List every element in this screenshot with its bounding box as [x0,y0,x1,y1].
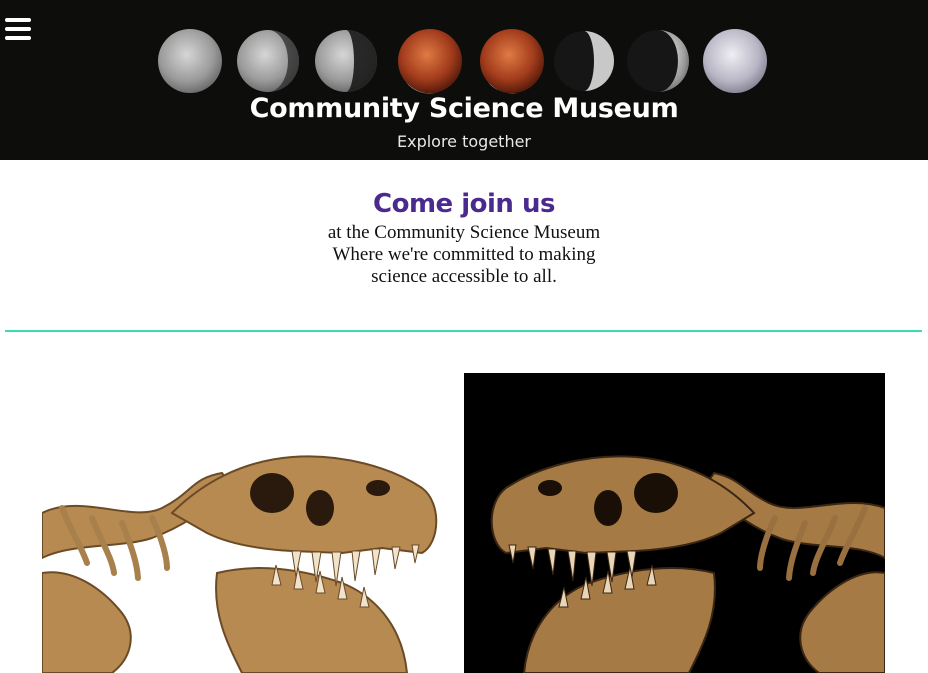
intro-line: Where we're committed to making [332,244,596,265]
site-title: Community Science Museum [249,93,679,124]
intro-section: Come join us at the Community Science Mu… [0,186,928,288]
trex-skull-photo-white [42,373,445,673]
site-tagline: Explore together [396,132,532,151]
trex-skull-photo-black [464,373,885,673]
intro-line: at the Community Science Museum [327,222,601,243]
moon-phase-1 [158,29,222,93]
moon-phase-5 [480,29,544,93]
site-header: Community Science Museum Explore togethe… [0,0,928,160]
lunar-eclipse-banner-image [158,29,767,94]
moon-phase-4 [398,29,462,93]
section-divider [5,330,922,332]
intro-line: science accessible to all. [371,266,557,287]
intro-heading: Come join us [373,189,555,219]
moon-phase-8 [703,29,767,93]
